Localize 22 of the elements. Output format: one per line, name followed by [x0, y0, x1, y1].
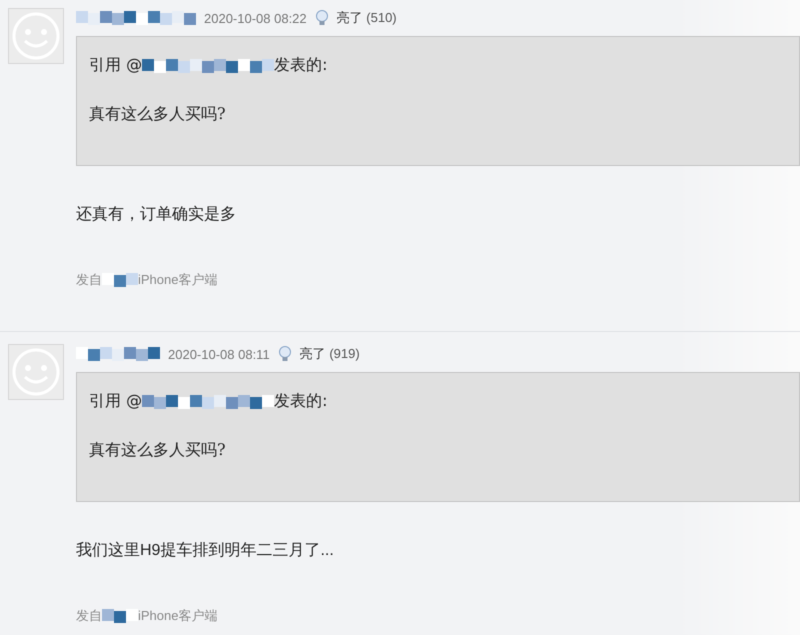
- source-prefix: 发自: [76, 607, 102, 625]
- source-client: iPhone客户端: [138, 607, 218, 625]
- light-bulb-icon: [314, 10, 329, 26]
- redacted-client: [102, 609, 138, 623]
- quote-prefix: 引用 @: [89, 391, 142, 412]
- post-time: 2020-10-08 08:22: [204, 10, 307, 26]
- quote-prefix: 引用 @: [89, 55, 142, 76]
- like-link[interactable]: 亮了 (510): [336, 9, 397, 27]
- avatar: [8, 344, 64, 400]
- quote-text: 真有这么多人买吗?: [89, 104, 227, 125]
- quote-suffix: 发表的:: [274, 391, 328, 412]
- source-prefix: 发自: [76, 271, 102, 289]
- quote-text: 真有这么多人买吗?: [89, 440, 227, 461]
- reply-text: 还真有，订单确实是多: [76, 204, 237, 225]
- post-time: 2020-10-08 08:11: [168, 346, 270, 362]
- redacted-client: [102, 273, 138, 287]
- avatar: [8, 8, 64, 64]
- light-bulb-icon: [278, 346, 292, 362]
- source-client: iPhone客户端: [138, 271, 218, 289]
- quote-suffix: 发表的:: [274, 55, 328, 76]
- reply-text: 我们这里H9提车排到明年二三月了...: [76, 540, 335, 561]
- like-link[interactable]: 亮了 (919): [300, 345, 360, 363]
